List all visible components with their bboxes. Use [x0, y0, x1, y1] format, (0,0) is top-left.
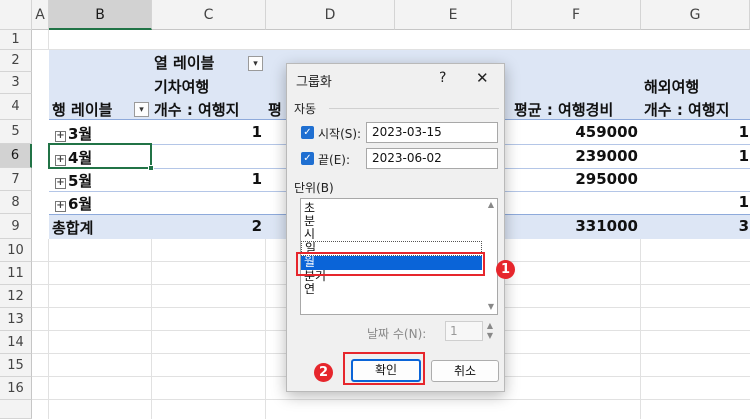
pivot-row-label[interactable]: +6월: [55, 193, 92, 214]
start-label: 시작(S):: [318, 127, 362, 141]
callout-badge-1: 1: [496, 260, 515, 279]
col-filter-dropdown-icon[interactable]: ▾: [248, 56, 263, 71]
row-header-2[interactable]: 2: [0, 50, 32, 72]
end-checkbox[interactable]: ✓: [301, 152, 314, 165]
col-header-c[interactable]: C: [152, 0, 266, 30]
days-label: 날짜 수(N):: [367, 327, 427, 341]
col-header-f[interactable]: F: [512, 0, 641, 30]
auto-group-label: 자동: [294, 102, 317, 116]
row-header-14[interactable]: 14: [0, 331, 32, 354]
callout-box-ok: [343, 352, 425, 385]
gridline: [151, 239, 152, 419]
end-label: 끝(E):: [318, 153, 351, 167]
row-header-7[interactable]: 7: [0, 168, 32, 191]
days-input[interactable]: 1: [445, 321, 483, 341]
col-header-e[interactable]: E: [395, 0, 512, 30]
pivot-cell: 239000: [575, 147, 638, 165]
start-date-input[interactable]: 2023-03-15: [366, 122, 498, 143]
dialog-title: 그룹화: [296, 75, 332, 90]
close-icon[interactable]: ✕: [476, 69, 489, 87]
row-header-17[interactable]: [0, 400, 32, 419]
row-header-16[interactable]: 16: [0, 377, 32, 400]
help-icon[interactable]: ?: [439, 70, 446, 86]
col-header-b[interactable]: B: [49, 0, 152, 30]
row-header-4[interactable]: 4: [0, 94, 32, 120]
pivot-cell: 459000: [575, 123, 638, 141]
gridline: [32, 399, 750, 400]
selected-cell-b6[interactable]: [48, 143, 152, 169]
row-header-3[interactable]: 3: [0, 72, 32, 94]
unit-option[interactable]: 연: [301, 283, 482, 296]
row-header-9[interactable]: 9: [0, 214, 32, 239]
unit-option[interactable]: 초: [301, 202, 482, 215]
pivot-total-cell: 331000: [575, 217, 638, 235]
gridline: [265, 239, 266, 419]
expand-plus-icon[interactable]: +: [55, 178, 66, 189]
pivot-avg-cost-header: 평균 : 여행경비: [514, 101, 614, 119]
grouping-dialog: 그룹화 ? ✕ 자동 ✓ 시작(S): 2023-03-15 ✓ 끝(E): 2…: [286, 63, 505, 392]
row-header-12[interactable]: 12: [0, 285, 32, 308]
cancel-button[interactable]: 취소: [431, 360, 499, 382]
pivot-avg-partial-header: 평: [268, 101, 282, 119]
unit-label: 단위(B): [294, 181, 334, 195]
col-header-a[interactable]: A: [32, 0, 49, 30]
row-header-11[interactable]: 11: [0, 262, 32, 285]
callout-badge-2: 2: [314, 363, 333, 382]
pivot-row-label[interactable]: +5월: [55, 170, 92, 191]
spin-up-icon[interactable]: ▲: [484, 321, 496, 331]
gridline: [48, 239, 49, 419]
pivot-cell: 1: [251, 123, 262, 141]
row-header-13[interactable]: 13: [0, 308, 32, 331]
gridline: [32, 49, 750, 50]
expand-plus-icon[interactable]: +: [55, 201, 66, 212]
pivot-cell: 295000: [575, 170, 638, 188]
select-all-corner[interactable]: [0, 0, 32, 30]
end-date-input[interactable]: 2023-06-02: [366, 148, 498, 169]
pivot-cell: 1: [738, 193, 749, 211]
unit-option[interactable]: 분: [301, 215, 482, 228]
row-filter-dropdown-icon[interactable]: ▾: [134, 102, 149, 117]
row-header-10[interactable]: 10: [0, 239, 32, 262]
row-header-6[interactable]: 6: [0, 144, 32, 168]
fill-handle[interactable]: [148, 165, 154, 171]
pivot-cell: 1: [251, 170, 262, 188]
pivot-count-dest-header-g: 개수 : 여행지: [644, 101, 730, 119]
row-header-8[interactable]: 8: [0, 191, 32, 214]
start-checkbox[interactable]: ✓: [301, 126, 314, 139]
pivot-cell: 1: [738, 123, 749, 141]
callout-box-unit: [296, 252, 485, 276]
row-header-1[interactable]: 1: [0, 30, 32, 50]
col-header-g[interactable]: G: [641, 0, 750, 30]
pivot-total-cell: 2: [251, 217, 262, 235]
pivot-col-labels-header: 열 레이블: [154, 54, 215, 72]
pivot-count-dest-header: 개수 : 여행지: [154, 101, 240, 119]
pivot-row-label[interactable]: +3월: [55, 123, 92, 144]
gridline: [640, 239, 641, 419]
gridline: [48, 30, 49, 50]
row-header-15[interactable]: 15: [0, 354, 32, 377]
group-divider: [329, 108, 499, 109]
scroll-down-icon[interactable]: ▼: [485, 302, 497, 311]
pivot-col-train-trip: 기차여행: [154, 78, 210, 96]
scroll-up-icon[interactable]: ▲: [485, 200, 497, 209]
pivot-col-overseas-trip: 해외여행: [644, 78, 700, 96]
col-header-d[interactable]: D: [266, 0, 395, 30]
pivot-total-label: 총합계: [52, 219, 94, 237]
expand-plus-icon[interactable]: +: [55, 131, 66, 142]
unit-option[interactable]: 시: [301, 228, 482, 241]
pivot-row-labels-header: 행 레이블: [52, 101, 113, 119]
pivot-total-cell: 3: [738, 217, 749, 235]
row-header-5[interactable]: 5: [0, 120, 32, 144]
pivot-cell: 1: [738, 147, 749, 165]
spin-down-icon[interactable]: ▼: [484, 331, 496, 341]
